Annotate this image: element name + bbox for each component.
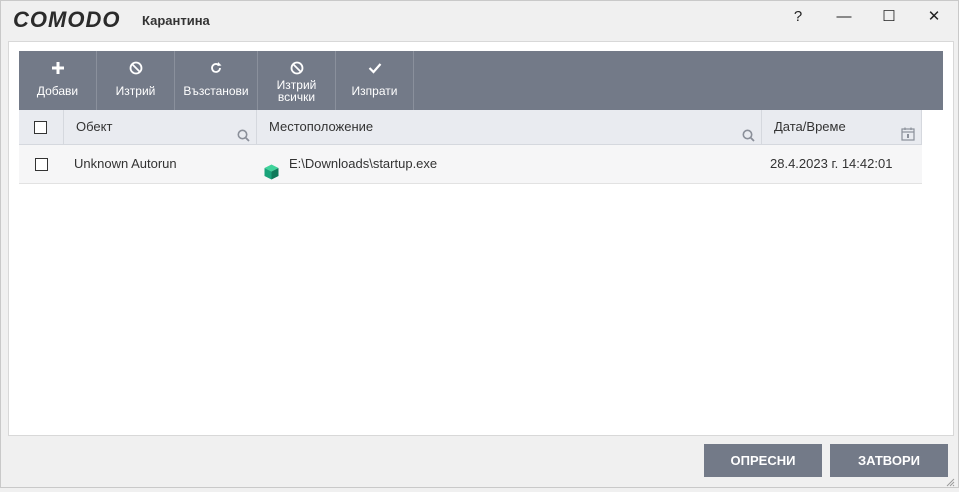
close-button[interactable]: ЗАТВОРИ bbox=[830, 444, 948, 477]
plus-icon bbox=[19, 60, 96, 76]
restore-button[interactable]: Възстанови bbox=[175, 51, 258, 110]
column-header-datetime[interactable]: Дата/Време bbox=[762, 110, 922, 144]
comodo-logo: COMODO bbox=[13, 7, 121, 32]
close-icon: ✕ bbox=[927, 8, 941, 25]
window-title: Карантина bbox=[142, 13, 210, 28]
column-header-location[interactable]: Местоположение bbox=[257, 110, 762, 144]
add-label: Добави bbox=[36, 84, 79, 98]
toolbar: Добави Изтрий Възстанови Изтрий всички И… bbox=[19, 51, 943, 110]
submit-button[interactable]: Изпрати bbox=[336, 51, 414, 110]
minimize-icon: — bbox=[836, 8, 852, 25]
column-header-object[interactable]: Обект bbox=[64, 110, 257, 144]
restore-label: Възстанови bbox=[183, 84, 249, 98]
minimize-button[interactable]: — bbox=[822, 5, 866, 29]
quarantine-window: COMODO Карантина ? — ☐ ✕ Добави Изтрий В… bbox=[0, 0, 959, 488]
title-bar[interactable]: COMODO Карантина ? — ☐ ✕ bbox=[1, 1, 958, 37]
select-all-checkbox[interactable] bbox=[34, 121, 47, 134]
maximize-button[interactable]: ☐ bbox=[867, 5, 911, 29]
file-cube-icon bbox=[264, 157, 279, 180]
add-button[interactable]: Добави bbox=[19, 51, 97, 110]
row-object: Unknown Autorun bbox=[74, 156, 177, 171]
quarantine-panel: Добави Изтрий Възстанови Изтрий всички И… bbox=[8, 41, 954, 436]
column-location-label: Местоположение bbox=[269, 119, 374, 134]
column-object-label: Обект bbox=[76, 119, 113, 134]
restore-icon bbox=[175, 60, 257, 76]
select-all-cell bbox=[19, 110, 64, 144]
check-icon bbox=[336, 60, 413, 76]
close-window-button[interactable]: ✕ bbox=[912, 5, 956, 29]
table-row[interactable]: Unknown Autorun E:\Downloads\startup.exe… bbox=[19, 145, 922, 184]
help-button[interactable]: ? bbox=[776, 5, 820, 29]
resize-grip-icon[interactable] bbox=[945, 474, 955, 487]
delete-all-label-line2: всички bbox=[277, 90, 316, 104]
delete-all-label: Изтрий всички bbox=[258, 79, 335, 103]
help-icon: ? bbox=[793, 8, 803, 25]
submit-label: Изпрати bbox=[351, 84, 398, 98]
maximize-icon: ☐ bbox=[882, 8, 896, 25]
refresh-button[interactable]: ОПРЕСНИ bbox=[704, 444, 822, 477]
delete-label: Изтрий bbox=[115, 84, 156, 98]
table-header: Обект Местоположение Дата/Време bbox=[19, 110, 922, 145]
delete-all-button[interactable]: Изтрий всички bbox=[258, 51, 336, 110]
row-datetime: 28.4.2023 г. 14:42:01 bbox=[770, 156, 893, 171]
delete-button[interactable]: Изтрий bbox=[97, 51, 175, 110]
row-location: E:\Downloads\startup.exe bbox=[289, 156, 438, 171]
block-icon bbox=[258, 60, 335, 76]
row-checkbox[interactable] bbox=[35, 158, 48, 171]
column-datetime-label: Дата/Време bbox=[774, 119, 846, 134]
block-icon bbox=[97, 60, 174, 76]
